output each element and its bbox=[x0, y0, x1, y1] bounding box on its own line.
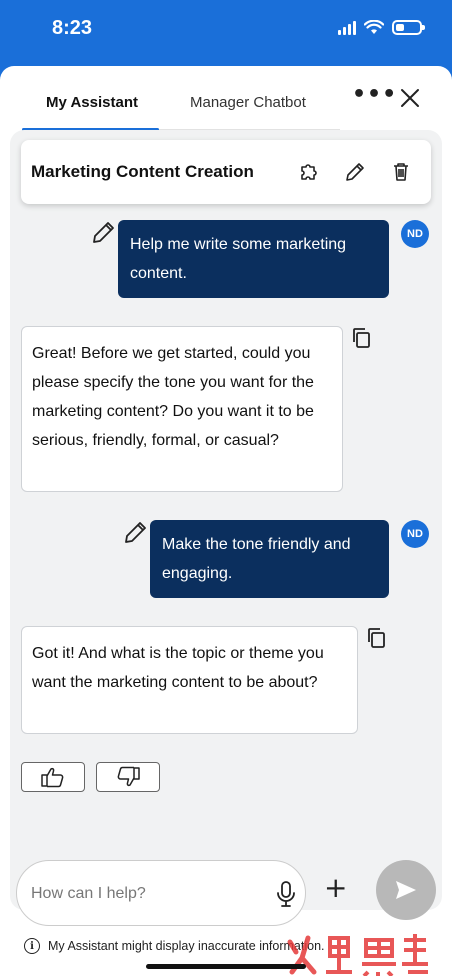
status-bar: 8:23 bbox=[0, 0, 452, 62]
user-avatar: ND bbox=[401, 220, 429, 248]
battery-icon bbox=[392, 20, 425, 35]
edit-message-icon[interactable] bbox=[90, 220, 116, 246]
signal-icon bbox=[338, 20, 356, 35]
mic-icon[interactable] bbox=[275, 880, 297, 908]
pencil-icon[interactable] bbox=[343, 160, 367, 184]
close-icon[interactable] bbox=[398, 86, 422, 110]
thumbs-down-button[interactable] bbox=[96, 762, 160, 792]
send-icon bbox=[396, 881, 416, 899]
disclaimer: i My Assistant might display inaccurate … bbox=[24, 938, 325, 954]
message-input[interactable] bbox=[31, 881, 261, 907]
conversation-header: Marketing Content Creation bbox=[21, 140, 431, 204]
trash-icon[interactable] bbox=[389, 160, 413, 184]
user-avatar: ND bbox=[401, 520, 429, 548]
thumbs-down-icon bbox=[117, 766, 140, 787]
status-time: 8:23 bbox=[52, 17, 93, 39]
user-message: Make the tone friendly and engaging. bbox=[150, 520, 389, 598]
tab-manager-chatbot[interactable]: Manager Chatbot bbox=[190, 94, 306, 111]
plus-icon[interactable]: + bbox=[324, 874, 347, 902]
assistant-message: Got it! And what is the topic or theme y… bbox=[21, 626, 358, 734]
tab-my-assistant[interactable]: My Assistant bbox=[46, 94, 138, 111]
message-composer bbox=[16, 860, 306, 926]
user-message: Help me write some marketing content. bbox=[118, 220, 389, 298]
conversation-title: Marketing Content Creation bbox=[31, 162, 254, 181]
watermark-logo bbox=[287, 934, 428, 976]
conversation-actions bbox=[297, 160, 413, 184]
status-icons bbox=[338, 20, 425, 35]
assistant-sheet: My Assistant Manager Chatbot ••• Marketi… bbox=[0, 66, 452, 979]
more-options-button[interactable]: ••• bbox=[352, 84, 397, 106]
edit-message-icon[interactable] bbox=[122, 520, 148, 546]
puzzle-icon[interactable] bbox=[297, 160, 321, 184]
assistant-message: Great! Before we get started, could you … bbox=[21, 326, 343, 492]
home-indicator bbox=[146, 964, 306, 969]
wifi-icon bbox=[364, 20, 384, 34]
thumbs-up-icon bbox=[41, 767, 64, 788]
copy-icon[interactable] bbox=[350, 326, 374, 350]
chat-area: Marketing Content Creation Help me write… bbox=[10, 130, 442, 910]
send-button[interactable] bbox=[376, 860, 436, 920]
info-icon: i bbox=[24, 938, 40, 954]
tab-bar: My Assistant Manager Chatbot bbox=[22, 88, 340, 131]
thumbs-up-button[interactable] bbox=[21, 762, 85, 792]
copy-icon[interactable] bbox=[365, 626, 389, 650]
